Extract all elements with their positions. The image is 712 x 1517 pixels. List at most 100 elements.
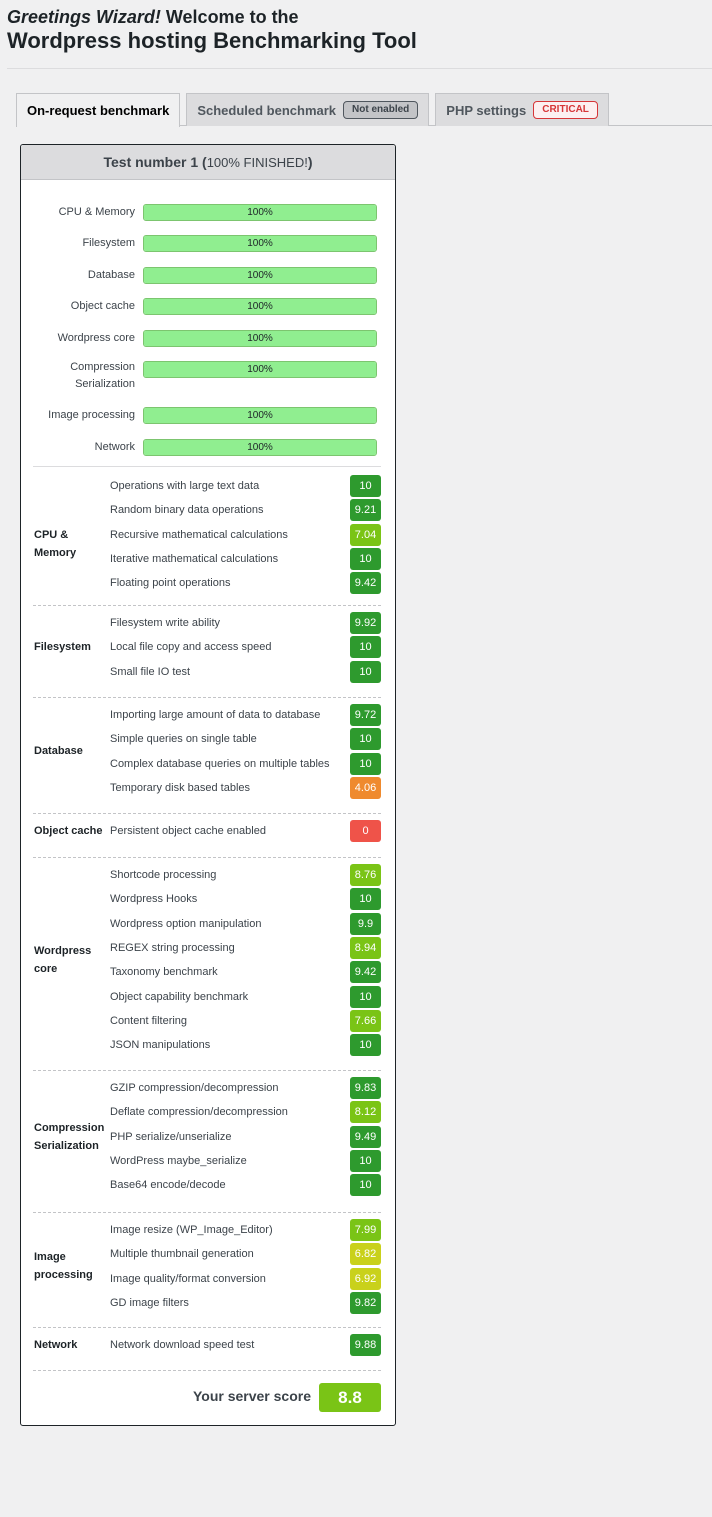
- test-name: Random binary data operations: [110, 504, 264, 517]
- score-badge: 9.82: [350, 1291, 381, 1314]
- progress-bar: 100%: [143, 407, 377, 424]
- tab-on-request-benchmark[interactable]: On-request benchmark: [16, 93, 181, 127]
- progress-bar: 100%: [143, 330, 377, 347]
- result-row: Base64 encode/decode 10: [33, 1174, 381, 1197]
- progress-label: Database: [87, 269, 135, 281]
- progress-percent: 100%: [247, 442, 273, 453]
- test-name: Simple queries on single table: [110, 733, 257, 746]
- score-badge: 10: [350, 888, 381, 911]
- test-name: GD image filters: [110, 1296, 189, 1309]
- score-badge: 9.21: [350, 499, 381, 522]
- result-row: Temporary disk based tables 4.06: [33, 776, 381, 799]
- test-name: Network download speed test: [110, 1339, 255, 1351]
- result-row: Network download speed test 9.88: [33, 1334, 381, 1356]
- score-badge: 9.92: [350, 612, 381, 634]
- test-name: Taxonomy benchmark: [110, 966, 218, 979]
- test-name: WordPress maybe_serialize: [110, 1154, 247, 1167]
- tab-label: PHP settings: [446, 102, 527, 118]
- score-badge: 8.94: [350, 936, 381, 959]
- page-title: Wordpress hosting Benchmarking Tool: [7, 28, 417, 53]
- section-divider: [33, 1327, 381, 1328]
- test-title-prefix: Test number 1 (: [103, 154, 207, 170]
- section-divider: [33, 697, 381, 698]
- score-badge: 10: [350, 1149, 381, 1172]
- result-row: Object capability benchmark 10: [33, 985, 381, 1008]
- result-row: Recursive mathematical calculations 7.04: [33, 523, 381, 546]
- score-badge: 10: [350, 547, 381, 570]
- score-badge: 10: [350, 660, 381, 683]
- score-badge: 10: [350, 475, 381, 497]
- result-row: Simple queries on single table 10: [33, 728, 381, 751]
- header-divider: [7, 68, 712, 69]
- test-name: Complex database queries on multiple tab…: [110, 757, 330, 770]
- progress-label: Object cache: [70, 300, 135, 312]
- server-score-badge: 8.8: [319, 1383, 381, 1412]
- test-name: PHP serialize/unserialize: [110, 1130, 232, 1143]
- score-badge: 10: [350, 728, 381, 751]
- result-row: GZIP compression/decompression 9.83: [33, 1077, 381, 1099]
- test-name: Temporary disk based tables: [110, 781, 251, 794]
- score-badge: 10: [350, 752, 381, 775]
- welcome-text: Welcome to the: [160, 7, 299, 27]
- section-divider: [33, 813, 381, 814]
- result-row: REGEX string processing 8.94: [33, 936, 381, 959]
- progress-percent: 100%: [247, 301, 273, 312]
- progress-bar: 100%: [143, 298, 377, 315]
- result-row: PHP serialize/unserialize 9.49: [33, 1125, 381, 1148]
- tab-scheduled-benchmark[interactable]: Scheduled benchmark Not enabled: [186, 93, 430, 126]
- score-badge: 7.99: [350, 1219, 381, 1241]
- page-header: Greetings Wizard! Welcome to the Wordpre…: [7, 6, 417, 54]
- result-row: GD image filters 9.82: [33, 1291, 381, 1314]
- test-name: Persistent object cache enabled: [110, 825, 266, 837]
- result-row: Image quality/format conversion 6.92: [33, 1267, 381, 1290]
- score-badge: 8.76: [350, 864, 381, 886]
- progress-label: Image processing: [48, 409, 135, 421]
- score-badge: 0: [350, 820, 381, 842]
- tab-bar: On-request benchmark Scheduled benchmark…: [16, 93, 615, 127]
- progress-divider: [33, 466, 381, 467]
- progress-percent: 100%: [247, 270, 273, 281]
- result-row: Shortcode processing 8.76: [33, 864, 381, 886]
- result-row: Wordpress Hooks 10: [33, 888, 381, 911]
- progress-label: Filesystem: [82, 237, 135, 249]
- section-divider: [33, 857, 381, 858]
- result-row: Taxonomy benchmark 9.42: [33, 961, 381, 984]
- greeting-text: Greetings Wizard!: [7, 7, 161, 27]
- test-name: Small file IO test: [110, 665, 191, 678]
- progress-bar: 100%: [143, 235, 377, 252]
- result-row: Local file copy and access speed 10: [33, 636, 381, 659]
- test-name: Filesystem write ability: [110, 617, 221, 629]
- section-divider: [33, 1070, 381, 1071]
- result-row: Importing large amount of data to databa…: [33, 704, 381, 726]
- score-badge: 7.04: [350, 523, 381, 546]
- score-badge: 10: [350, 1174, 381, 1197]
- result-row: Content filtering 7.66: [33, 1009, 381, 1032]
- progress-percent: 100%: [247, 333, 273, 344]
- test-title: Test number 1 (100% FINISHED!): [21, 145, 395, 180]
- progress-bar: 100%: [143, 439, 377, 456]
- score-badge: 9.49: [350, 1125, 381, 1148]
- tab-php-settings[interactable]: PHP settings CRITICAL: [435, 93, 609, 126]
- score-badge: 6.92: [350, 1267, 381, 1290]
- result-row: Iterative mathematical calculations 10: [33, 547, 381, 570]
- test-status: 100% FINISHED!: [206, 154, 308, 170]
- result-row: Random binary data operations 9.21: [33, 499, 381, 522]
- progress-percent: 100%: [247, 238, 273, 249]
- score-badge: 9.88: [350, 1334, 381, 1356]
- progress-bar: 100%: [143, 361, 377, 378]
- not-enabled-badge: Not enabled: [343, 101, 419, 119]
- progress-label: Wordpress core: [57, 332, 135, 344]
- test-name: Deflate compression/decompression: [110, 1106, 288, 1119]
- score-badge: 7.66: [350, 1009, 381, 1032]
- test-name: REGEX string processing: [110, 941, 235, 954]
- test-name: Wordpress option manipulation: [110, 917, 262, 930]
- test-name: Image quality/format conversion: [110, 1272, 266, 1285]
- tab-label: On-request benchmark: [27, 103, 170, 118]
- test-name: Shortcode processing: [110, 869, 217, 881]
- score-badge: 9.42: [350, 961, 381, 984]
- score-badge: 10: [350, 1034, 381, 1057]
- test-name: Iterative mathematical calculations: [110, 552, 279, 565]
- result-row: WordPress maybe_serialize 10: [33, 1149, 381, 1172]
- test-name: JSON manipulations: [110, 1039, 211, 1052]
- result-row: Multiple thumbnail generation 6.82: [33, 1243, 381, 1266]
